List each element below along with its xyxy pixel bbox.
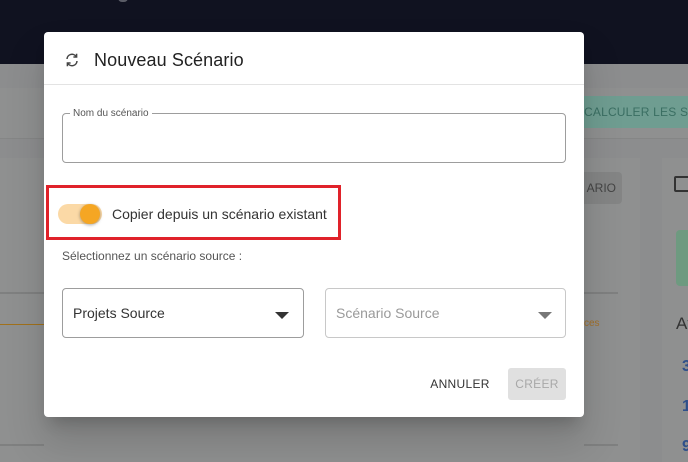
- new-scenario-dialog: Nouveau Scénario Nom du scénario Copier …: [44, 32, 584, 417]
- scenario-name-label: Nom du scénario: [70, 108, 152, 119]
- background-status-block: [676, 230, 688, 286]
- toggle-thumb[interactable]: [80, 204, 100, 224]
- background-section-title: At: [676, 314, 688, 333]
- source-prompt-text: Sélectionnez un scénario source :: [62, 249, 243, 263]
- background-number: 3: [682, 358, 688, 375]
- refresh-icon: [66, 53, 78, 67]
- source-project-value: Projets Source: [73, 305, 165, 321]
- background-accent-line: [0, 324, 44, 325]
- source-scenario-value: Scénario Source: [336, 305, 440, 321]
- source-scenario-select[interactable]: Scénario Source: [325, 288, 566, 338]
- background-divider: [584, 444, 618, 446]
- recalculate-scenarios-button[interactable]: CALCULER LES SCÉ: [578, 96, 688, 128]
- background-number: 9: [682, 438, 688, 455]
- background-divider: [0, 292, 44, 294]
- background-number: 1: [682, 398, 688, 415]
- scenario-name-field[interactable]: [62, 113, 566, 163]
- copy-existing-label[interactable]: Copier depuis un scénario existant: [112, 206, 327, 222]
- background-legend-text: ces: [584, 318, 600, 329]
- dialog-header: Nouveau Scénario: [44, 32, 584, 85]
- calendar-icon[interactable]: [674, 176, 688, 192]
- background-card-right: [662, 158, 688, 462]
- app-bar-icon: [118, 0, 128, 2]
- cancel-button[interactable]: ANNULER: [430, 368, 490, 400]
- create-button[interactable]: CRÉER: [508, 368, 566, 400]
- chevron-down-icon[interactable]: [275, 312, 289, 319]
- dialog-title: Nouveau Scénario: [94, 50, 244, 70]
- chevron-down-icon[interactable]: [538, 312, 552, 319]
- background-divider: [0, 444, 44, 446]
- source-project-select[interactable]: Projets Source: [62, 288, 304, 338]
- background-divider: [584, 292, 618, 294]
